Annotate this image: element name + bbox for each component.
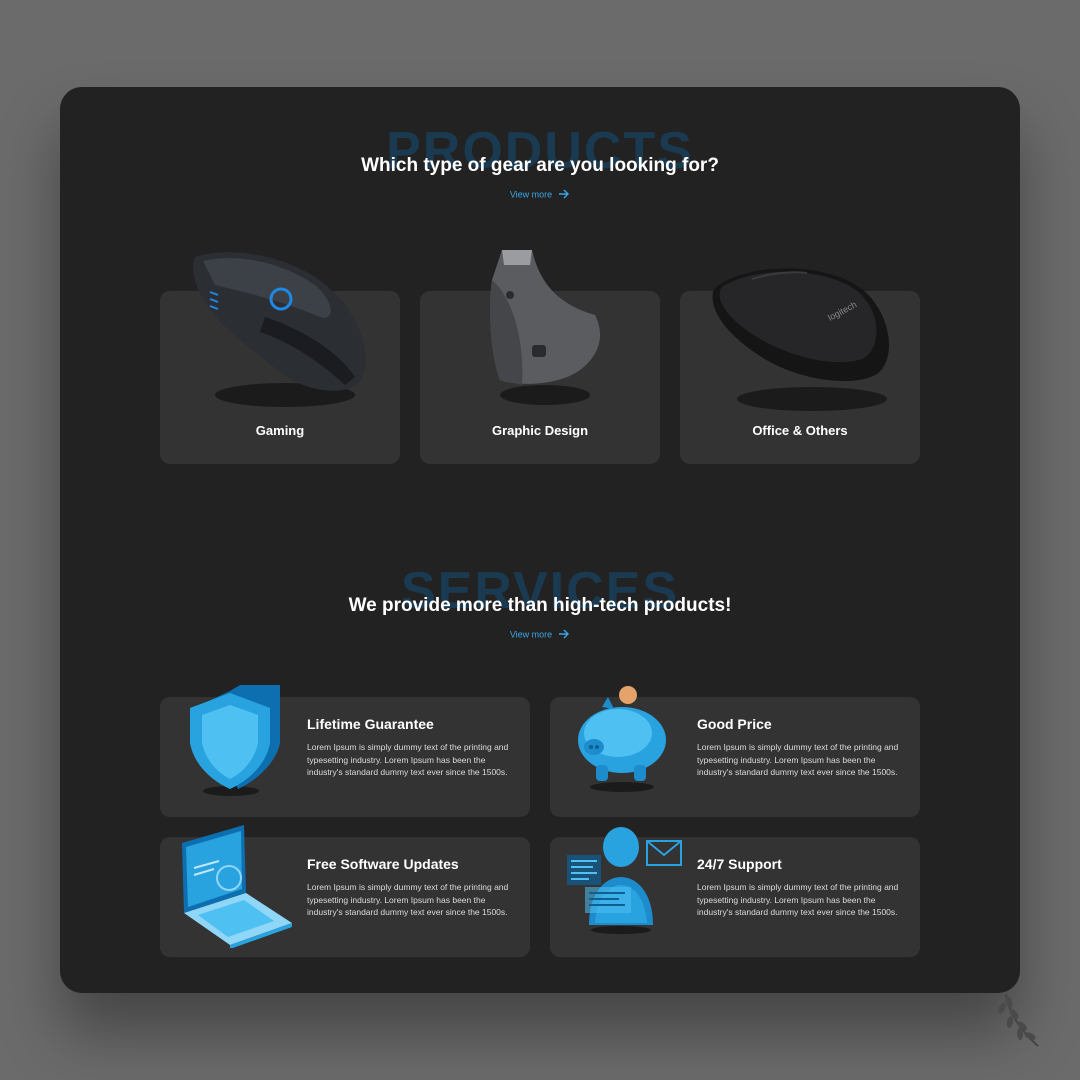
service-title: 24/7 Support	[697, 856, 782, 872]
vertical-mouse-icon	[480, 245, 610, 415]
service-description: Lorem Ipsum is simply dummy text of the …	[697, 742, 899, 778]
piggy-bank-icon	[572, 685, 672, 800]
laptop-icon	[174, 823, 294, 953]
services-headline: We provide more than high-tech products!	[348, 595, 732, 616]
service-title: Free Software Updates	[307, 856, 459, 872]
arrow-right-icon	[558, 629, 570, 641]
gaming-mouse-icon	[185, 247, 380, 417]
product-card-label: Office & Others	[752, 423, 848, 438]
service-description: Lorem Ipsum is simply dummy text of the …	[307, 742, 509, 778]
laurel-icon	[998, 990, 1048, 1055]
services-view-more-label: View more	[509, 629, 553, 640]
product-card-label: Graphic Design	[491, 423, 589, 438]
service-title: Lifetime Guarantee	[307, 716, 434, 732]
products-view-more-link[interactable]: View more	[60, 189, 1020, 201]
main-panel: PRODUCTS Which type of gear are you look…	[60, 87, 1020, 993]
support-agent-icon	[565, 825, 685, 940]
services-view-more-link[interactable]: View more	[60, 629, 1020, 641]
products-view-more-label: View more	[509, 189, 553, 200]
arrow-right-icon	[558, 189, 570, 201]
product-card-label: Gaming	[255, 423, 305, 438]
products-headline: Which type of gear are you looking for?	[361, 155, 719, 176]
office-mouse-icon: logitech	[712, 259, 892, 424]
service-description: Lorem Ipsum is simply dummy text of the …	[307, 882, 509, 918]
service-title: Good Price	[697, 716, 772, 732]
shield-icon	[186, 683, 286, 803]
service-description: Lorem Ipsum is simply dummy text of the …	[697, 882, 899, 918]
